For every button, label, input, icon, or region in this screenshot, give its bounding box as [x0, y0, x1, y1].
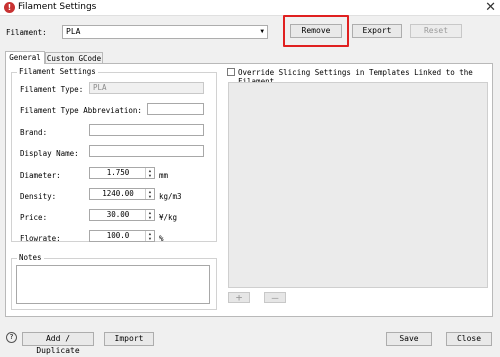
- remove-button[interactable]: Remove: [290, 24, 342, 38]
- flowrate-spinbox[interactable]: 100.0 ▲ ▼: [89, 230, 155, 242]
- filament-type-field: PLA: [89, 82, 204, 94]
- override-checkbox[interactable]: [227, 68, 235, 76]
- density-spinbox[interactable]: 1240.00 ▲ ▼: [89, 188, 155, 200]
- filament-label: Filament:: [6, 28, 47, 37]
- remove-setting-button[interactable]: —: [264, 292, 286, 303]
- close-window-icon[interactable]: ✕: [485, 0, 496, 16]
- notes-title: Notes: [17, 253, 44, 262]
- brand-input[interactable]: [89, 124, 204, 136]
- window-title: Filament Settings: [18, 2, 97, 12]
- spin-arrows-icon[interactable]: ▲ ▼: [145, 189, 154, 199]
- app-icon: !: [4, 2, 15, 13]
- spin-arrows-icon[interactable]: ▲ ▼: [145, 231, 154, 241]
- filament-type-abbreviation-input[interactable]: [147, 103, 204, 115]
- add-duplicate-button[interactable]: Add / Duplicate: [22, 332, 94, 355]
- density-unit: kg/m3: [159, 192, 182, 201]
- diameter-unit: mm: [159, 171, 169, 180]
- close-button[interactable]: Close: [446, 332, 492, 346]
- price-label: Price:: [20, 213, 48, 222]
- diameter-value: 1.750: [106, 168, 130, 177]
- filament-select[interactable]: PLA ▼: [62, 25, 268, 39]
- price-unit: ¥/kg: [159, 213, 178, 222]
- flowrate-unit: %: [159, 234, 164, 243]
- add-setting-button[interactable]: +: [228, 292, 250, 303]
- density-label: Density:: [20, 192, 57, 201]
- export-button[interactable]: Export: [352, 24, 402, 38]
- flowrate-value: 100.0: [106, 231, 130, 240]
- diameter-spinbox[interactable]: 1.750 ▲ ▼: [89, 167, 155, 179]
- save-button[interactable]: Save: [386, 332, 432, 346]
- help-icon[interactable]: ?: [6, 332, 17, 343]
- notes-textarea[interactable]: [16, 265, 210, 304]
- import-button[interactable]: Import: [104, 332, 154, 346]
- diameter-label: Diameter:: [20, 171, 61, 180]
- flowrate-label: Flowrate:: [20, 234, 61, 243]
- display-name-label: Display Name:: [20, 149, 79, 158]
- chevron-down-icon: ▼: [260, 28, 264, 35]
- filament-settings-title: Filament Settings: [17, 67, 98, 76]
- price-spinbox[interactable]: 30.00 ▲ ▼: [89, 209, 155, 221]
- reset-button[interactable]: Reset: [410, 24, 462, 38]
- filament-type-abbreviation-label: Filament Type Abbreviation:: [20, 106, 142, 115]
- display-name-input[interactable]: [89, 145, 204, 157]
- price-value: 30.00: [106, 210, 130, 219]
- tab-general[interactable]: General: [5, 51, 45, 64]
- density-value: 1240.00: [102, 189, 134, 198]
- spin-arrows-icon[interactable]: ▲ ▼: [145, 210, 154, 220]
- override-settings-list[interactable]: [228, 82, 488, 288]
- brand-label: Brand:: [20, 128, 48, 137]
- filament-select-value: PLA: [66, 27, 81, 36]
- spin-arrows-icon[interactable]: ▲ ▼: [145, 168, 154, 178]
- filament-type-label: Filament Type:: [20, 85, 84, 94]
